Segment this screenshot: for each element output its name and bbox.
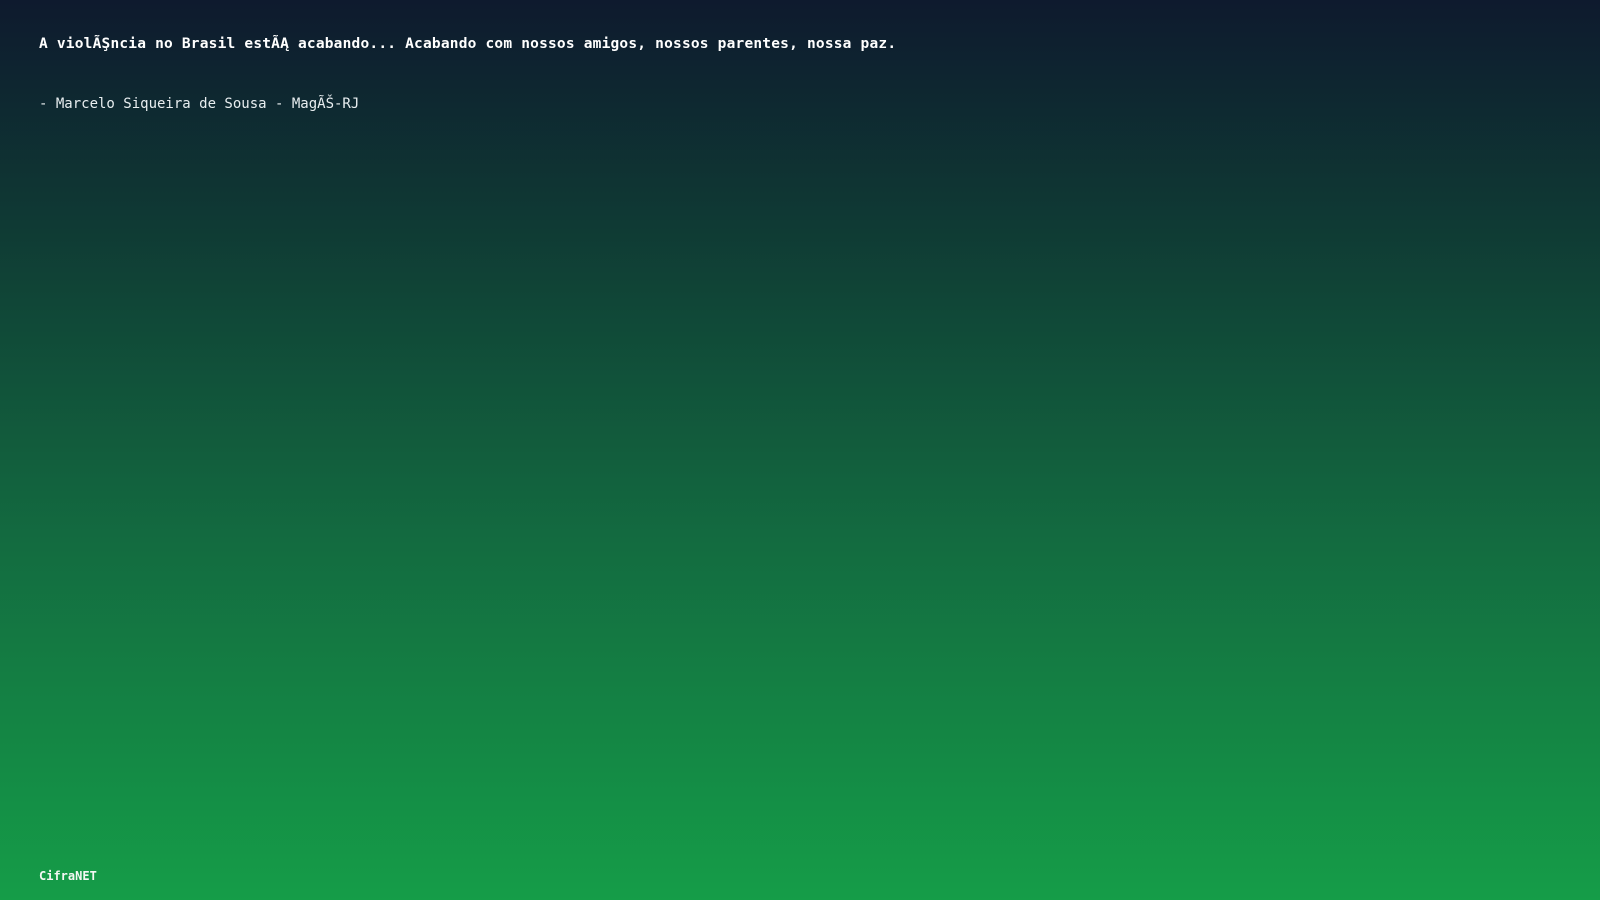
quote-text: A violÃŞncia no Brasil estÃĄ acabando...… (39, 36, 897, 52)
brand-label: CifraNET (39, 869, 97, 883)
quote-author: - Marcelo Siqueira de Sousa - MagÃŠ-RJ (39, 96, 360, 112)
